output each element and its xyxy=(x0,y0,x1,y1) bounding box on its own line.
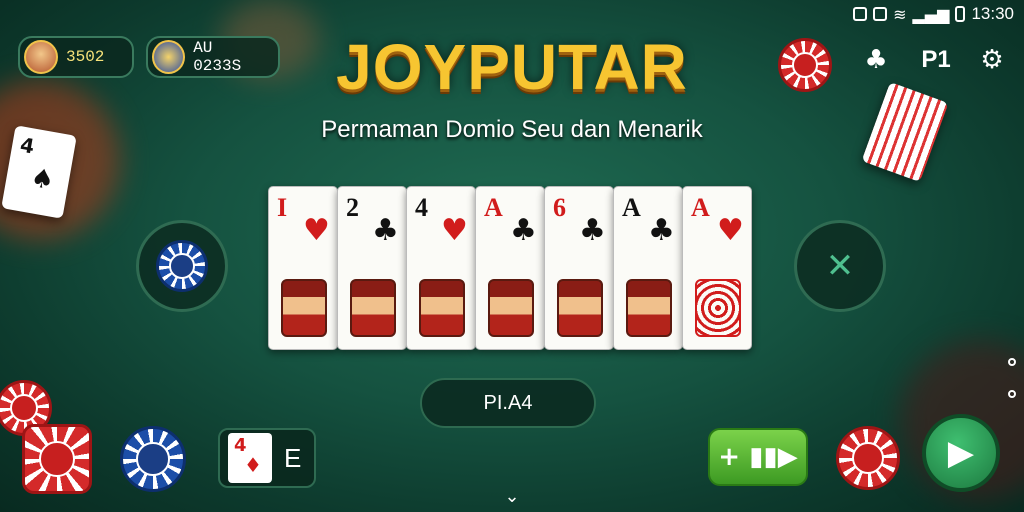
face-art xyxy=(488,279,534,337)
face-art xyxy=(281,279,327,337)
playing-card[interactable]: 4 ♥ xyxy=(406,186,476,350)
card-rank: A xyxy=(622,193,641,222)
card-rank: 6 xyxy=(553,193,566,222)
chip-icon[interactable] xyxy=(778,38,832,92)
score-display: PI.A4 xyxy=(420,378,596,428)
playing-card[interactable]: A ♥ xyxy=(682,186,752,350)
playing-card[interactable]: A ♣ xyxy=(475,186,545,350)
playing-card[interactable]: 2 ♣ xyxy=(337,186,407,350)
chip-icon xyxy=(156,240,208,292)
close-icon: ✕ xyxy=(825,246,855,286)
clover-icon[interactable]: ♣ xyxy=(858,42,894,78)
card-rank: A xyxy=(484,193,503,222)
speed-button[interactable]: + ▮▮▶ xyxy=(708,428,808,486)
heart-icon: ♥ xyxy=(441,213,468,248)
chip-selector-button[interactable] xyxy=(136,220,228,312)
play-icon: ▶ xyxy=(947,433,975,473)
notification-icon xyxy=(853,7,868,21)
chip-icon[interactable] xyxy=(836,426,900,490)
playing-card[interactable]: I ♥ xyxy=(268,186,338,350)
status-bar: ≋ ▂▄▆ 13:30 xyxy=(853,4,1014,24)
heart-icon: ♥ xyxy=(303,213,330,248)
diamond-icon: ♦ xyxy=(244,453,262,477)
chip-icon[interactable] xyxy=(120,426,186,492)
chip-icon[interactable] xyxy=(22,424,92,494)
status-time: 13:30 xyxy=(971,4,1014,23)
card-rank: A xyxy=(691,193,710,222)
mini-card: 4 ♦ xyxy=(228,433,272,483)
player-hand: I ♥ 2 ♣ 4 ♥ A ♣ 6 ♣ A ♣ A ♥ xyxy=(268,186,764,352)
card-rank: 2 xyxy=(346,193,359,222)
club-icon: ♣ xyxy=(579,213,606,248)
chevron-down-icon[interactable]: ⌄ xyxy=(500,486,524,507)
face-art xyxy=(557,279,603,337)
battery-icon xyxy=(955,6,966,22)
wifi-icon: ≋ xyxy=(893,4,907,24)
cancel-button[interactable]: ✕ xyxy=(794,220,886,312)
dot-indicator[interactable] xyxy=(1008,358,1016,366)
mini-label: E xyxy=(284,442,302,473)
dot-indicator[interactable] xyxy=(1008,390,1016,398)
playing-card[interactable]: A ♣ xyxy=(613,186,683,350)
discard-panel[interactable]: 4 ♦ E xyxy=(218,428,316,488)
club-icon: ♣ xyxy=(510,213,537,248)
face-art xyxy=(626,279,672,337)
face-art xyxy=(419,279,465,337)
signal-icon: ▂▄▆ xyxy=(912,4,950,24)
playing-card[interactable]: 6 ♣ xyxy=(544,186,614,350)
face-art xyxy=(350,279,396,337)
card-rank: 4 xyxy=(415,193,428,222)
play-button[interactable]: ▶ xyxy=(922,414,1000,492)
side-dots xyxy=(1008,358,1018,422)
face-art xyxy=(695,279,741,337)
club-icon: ♣ xyxy=(648,213,675,248)
card-rank: I xyxy=(277,193,288,222)
alarm-icon xyxy=(873,7,888,21)
club-icon: ♣ xyxy=(372,213,399,248)
gear-icon[interactable]: ⚙ xyxy=(974,42,1010,78)
profile-button[interactable]: P1 xyxy=(918,42,954,78)
heart-icon: ♥ xyxy=(717,213,744,248)
